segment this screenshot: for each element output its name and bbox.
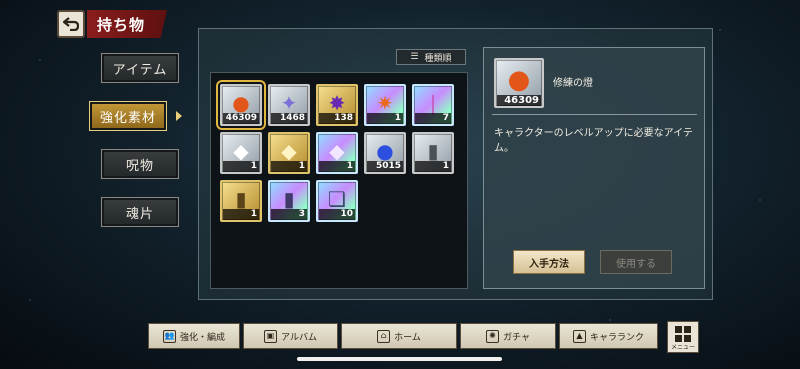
menu-character-rank-button[interactable]: ▲ キャラランク bbox=[559, 323, 658, 349]
item-slot[interactable]: ▮ 3 bbox=[268, 180, 310, 222]
item-quantity: 7 bbox=[415, 113, 451, 124]
grid-menu-icon bbox=[675, 326, 691, 342]
menu-enhance-formation-button[interactable]: 👥 強化・編成 bbox=[148, 323, 240, 349]
item-slot[interactable]: ◆ 1 bbox=[316, 132, 358, 174]
tab-enhance-materials[interactable]: 強化素材 bbox=[89, 101, 167, 131]
item-slot[interactable]: ▮ 1 bbox=[220, 180, 262, 222]
menu-label: キャラランク bbox=[589, 332, 644, 343]
use-item-button[interactable]: 使用する bbox=[600, 250, 672, 274]
menu-grid-label: メニュー bbox=[670, 344, 695, 351]
flame-orb-icon: ● bbox=[507, 65, 531, 96]
gacha-icon: ✺ bbox=[486, 329, 500, 343]
menu-home-button[interactable]: ⌂ ホーム bbox=[341, 323, 457, 349]
active-tab-arrow-icon bbox=[176, 111, 182, 121]
menu-grid-button[interactable]: メニュー bbox=[667, 321, 699, 353]
album-icon: ▣ bbox=[264, 329, 278, 343]
menu-label: 強化・編成 bbox=[179, 332, 225, 343]
selected-item-description: キャラクターのレベルアップに必要なアイテム。 bbox=[494, 128, 693, 154]
menu-label: ホーム bbox=[394, 332, 421, 343]
team-icon: 👥 bbox=[162, 329, 176, 343]
item-quantity: 46309 bbox=[223, 113, 259, 124]
feather-shard-icon: ❘ bbox=[424, 90, 442, 115]
page-title: 持ち物 bbox=[87, 10, 167, 38]
item-slot[interactable]: ● 5015 bbox=[364, 132, 406, 174]
item-quantity: 1 bbox=[415, 161, 451, 172]
item-slot[interactable]: ❘ 7 bbox=[412, 84, 454, 126]
crystal-cluster-icon: ✦ bbox=[280, 90, 298, 115]
white-gem-icon: ◆ bbox=[233, 138, 249, 163]
menu-label: ガチャ bbox=[503, 332, 530, 343]
item-quantity: 138 bbox=[319, 113, 355, 124]
selected-item-name: 修練の燈 bbox=[553, 78, 593, 89]
flame-orb-icon: ● bbox=[232, 90, 250, 115]
item-quantity: 1 bbox=[367, 113, 403, 124]
list-sort-icon: ☰ bbox=[410, 52, 419, 62]
item-slot[interactable]: ▮ 1 bbox=[412, 132, 454, 174]
menu-gacha-button[interactable]: ✺ ガチャ bbox=[460, 323, 556, 349]
item-quantity: 1 bbox=[223, 209, 259, 220]
item-quantity: 1468 bbox=[271, 113, 307, 124]
item-quantity: 3 bbox=[271, 209, 307, 220]
rainbow-card-icon: ▮ bbox=[283, 186, 295, 211]
item-quantity: 1 bbox=[223, 161, 259, 172]
blue-orb-icon: ● bbox=[376, 138, 394, 163]
rainbow-gem-icon: ◆ bbox=[329, 138, 345, 163]
sort-button[interactable]: ☰ 種類順 bbox=[396, 49, 466, 65]
selected-item-icon: ● 46309 bbox=[494, 58, 544, 108]
sort-label: 種類順 bbox=[424, 53, 452, 64]
item-slot[interactable]: ✸ 138 bbox=[316, 84, 358, 126]
item-slot[interactable]: ● 46309 bbox=[216, 80, 266, 130]
tab-soul-fragments[interactable]: 魂片 bbox=[101, 197, 179, 227]
silver-card-icon: ▮ bbox=[427, 138, 439, 163]
home-icon: ⌂ bbox=[377, 329, 391, 343]
menu-label: アルバム bbox=[281, 332, 317, 343]
home-indicator-bar[interactable] bbox=[297, 357, 502, 361]
acquire-method-button[interactable]: 入手方法 bbox=[513, 250, 585, 274]
burst-crystal-icon: ✷ bbox=[376, 90, 394, 115]
rank-icon: ▲ bbox=[572, 329, 586, 343]
tab-items[interactable]: アイテム bbox=[101, 53, 179, 83]
selected-item-quantity: 46309 bbox=[497, 95, 541, 106]
tab-curses[interactable]: 呪物 bbox=[101, 149, 179, 179]
item-quantity: 1 bbox=[319, 161, 355, 172]
item-slot[interactable]: ◆ 1 bbox=[220, 132, 262, 174]
item-quantity: 1 bbox=[271, 161, 307, 172]
detail-divider bbox=[492, 114, 697, 115]
back-button[interactable] bbox=[57, 10, 85, 38]
menu-album-button[interactable]: ▣ アルバム bbox=[243, 323, 338, 349]
item-slot[interactable]: ✦ 1468 bbox=[268, 84, 310, 126]
item-slot[interactable]: ✷ 1 bbox=[364, 84, 406, 126]
back-arrow-icon bbox=[63, 17, 79, 31]
item-quantity: 5015 bbox=[367, 161, 403, 172]
stacked-cards-icon: ❏ bbox=[328, 186, 346, 211]
purple-crystal-icon: ✸ bbox=[328, 90, 346, 115]
gold-card-icon: ▮ bbox=[235, 186, 247, 211]
item-slot[interactable]: ❏ 10 bbox=[316, 180, 358, 222]
item-slot[interactable]: ◆ 1 bbox=[268, 132, 310, 174]
item-quantity: 10 bbox=[319, 209, 355, 220]
gold-gem-icon: ◆ bbox=[281, 138, 297, 163]
